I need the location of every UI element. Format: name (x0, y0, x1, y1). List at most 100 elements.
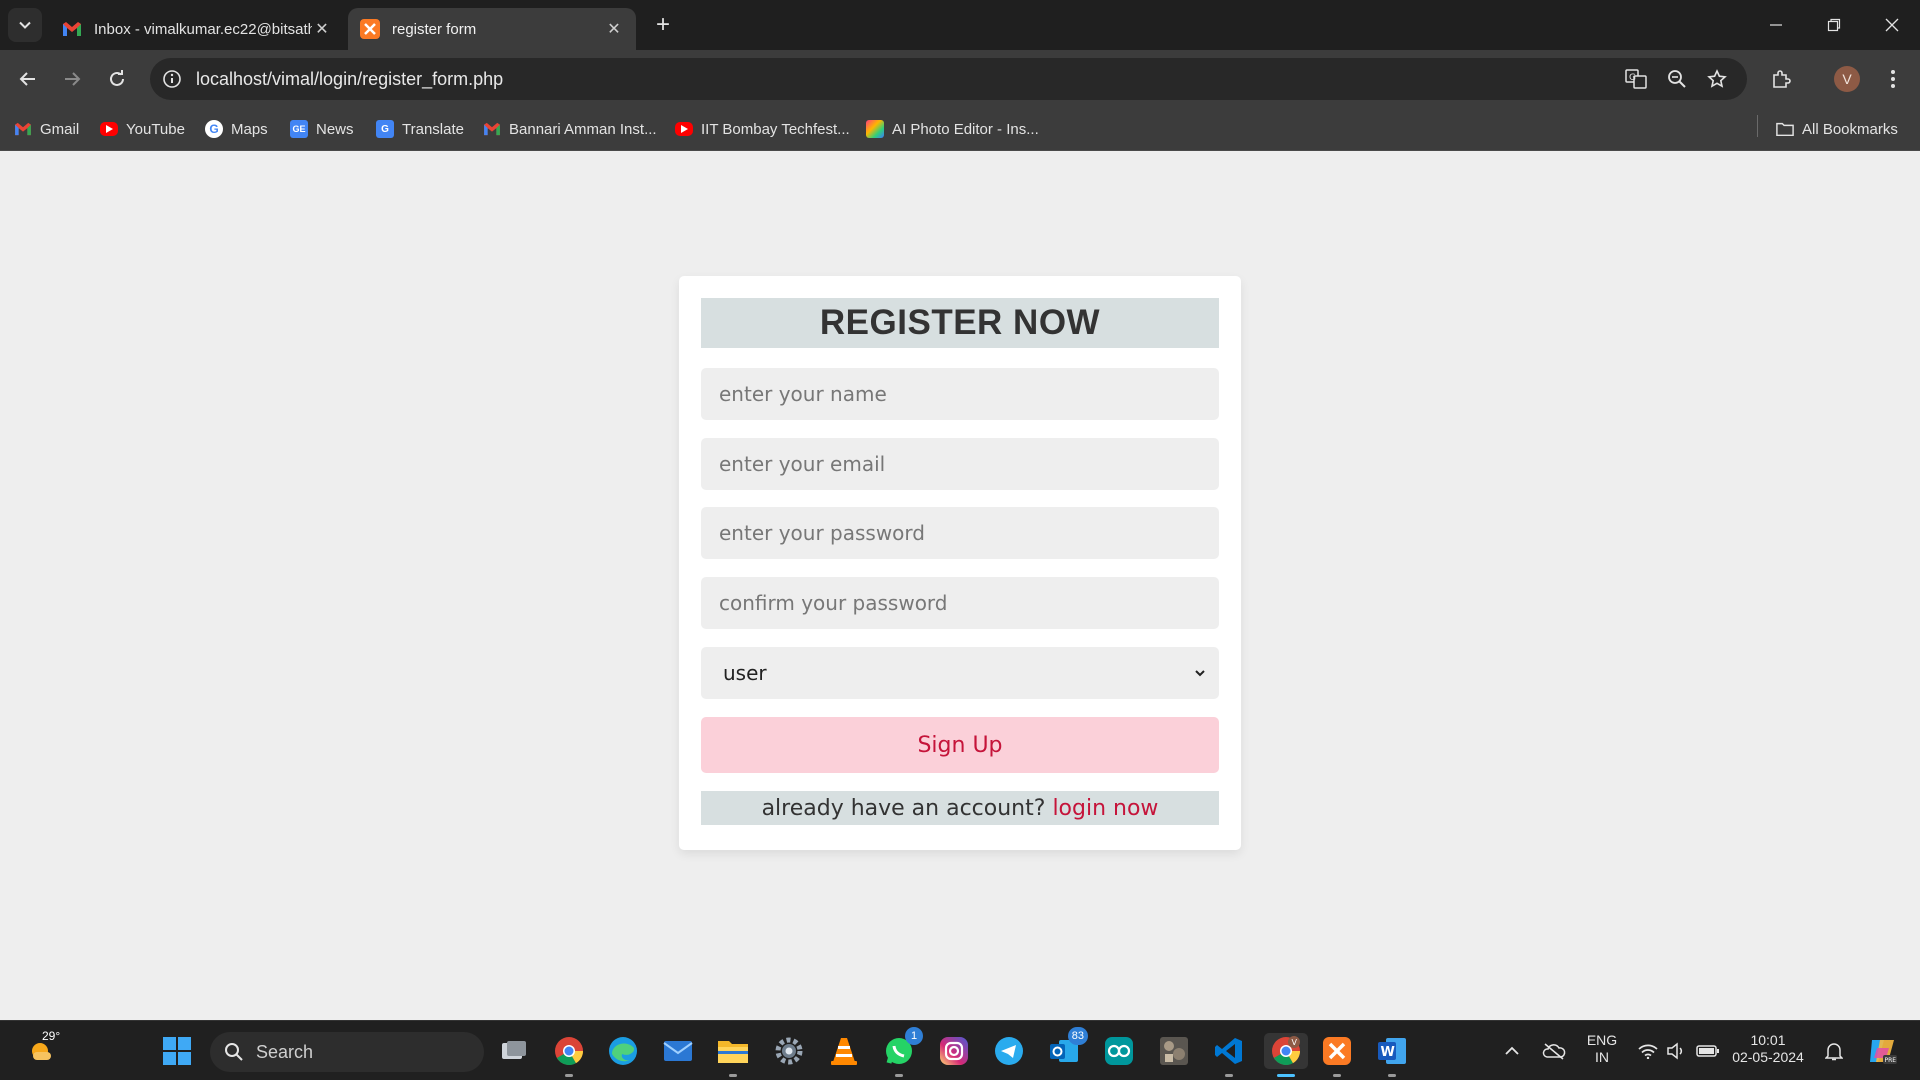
tab-register-form[interactable]: register form ✕ (348, 8, 636, 50)
close-tab-icon[interactable]: ✕ (604, 19, 624, 39)
kebab-menu-icon (1891, 70, 1895, 88)
bookmark-youtube[interactable]: YouTube (100, 117, 185, 141)
browser-toolbar: localhost/vimal/login/register_form.php … (0, 50, 1920, 108)
bookmark-bannari[interactable]: Bannari Amman Inst... (483, 117, 657, 141)
youtube-icon (675, 122, 693, 136)
arduino-icon[interactable] (1101, 1033, 1137, 1069)
xampp-icon[interactable] (1319, 1033, 1355, 1077)
telegram-icon[interactable] (991, 1033, 1027, 1069)
minimize-icon (1770, 24, 1782, 26)
bookmark-photo-editor[interactable]: AI Photo Editor - Ins... (866, 117, 1039, 141)
puzzle-icon (1773, 70, 1791, 88)
url-text: localhost/vimal/login/register_form.php (196, 69, 504, 89)
all-bookmarks[interactable]: All Bookmarks (1776, 117, 1898, 141)
search-label: Search (256, 1041, 314, 1062)
restore-button[interactable] (1806, 0, 1862, 50)
bookmark-techfest[interactable]: IIT Bombay Techfest... (675, 117, 850, 141)
photo-editor-icon (866, 120, 884, 138)
bookmark-gmail[interactable]: Gmail (14, 117, 79, 141)
start-button[interactable] (159, 1033, 195, 1069)
copilot-icon[interactable]: PRE (1862, 1033, 1902, 1069)
login-prompt-text: already have an account? (761, 795, 1046, 821)
zoom-icon[interactable] (1665, 67, 1689, 91)
close-window-button[interactable] (1864, 0, 1920, 50)
taskbar-search[interactable]: Search (210, 1032, 484, 1072)
vlc-icon[interactable] (826, 1033, 862, 1069)
google-icon: G (205, 120, 223, 138)
settings-icon[interactable] (771, 1033, 807, 1069)
clock[interactable]: 10:01 02-05-2024 (1728, 1032, 1808, 1066)
login-link[interactable]: login now (1052, 796, 1158, 821)
site-info-icon[interactable] (160, 67, 184, 91)
onedrive-off-icon[interactable] (1536, 1033, 1572, 1069)
bookmark-star-icon[interactable] (1705, 67, 1729, 91)
bookmark-maps[interactable]: G Maps (205, 117, 268, 141)
chrome-profile-icon[interactable]: V (1264, 1033, 1308, 1077)
chrome-icon[interactable] (551, 1033, 587, 1077)
confirm-password-input[interactable] (701, 577, 1219, 629)
forward-button[interactable] (56, 63, 88, 95)
form-title: REGISTER NOW (701, 298, 1219, 348)
windows-taskbar: 29° Search 1 83 V W ENG IN 10:01 02-05-2… (0, 1020, 1920, 1080)
search-icon (225, 1043, 243, 1061)
notification-bell-icon[interactable] (1818, 1033, 1850, 1069)
file-explorer-icon[interactable] (715, 1033, 751, 1077)
menu-button[interactable] (1877, 63, 1909, 95)
bookmark-translate[interactable]: G Translate (376, 117, 464, 141)
tab-inbox[interactable]: Inbox - vimalkumar.ec22@bitsathy.ac.in -… (50, 8, 344, 50)
extensions-button[interactable] (1765, 63, 1797, 95)
task-view-icon[interactable] (496, 1033, 532, 1069)
tab-title: Inbox - vimalkumar.ec22@bitsathy.ac.in -… (94, 20, 312, 38)
close-tab-icon[interactable]: ✕ (312, 19, 332, 39)
reload-button[interactable] (101, 63, 133, 95)
email-input[interactable] (701, 438, 1219, 490)
folder-icon (1776, 120, 1794, 138)
weather-widget[interactable]: 29° (20, 1029, 64, 1069)
volume-icon[interactable] (1662, 1033, 1690, 1069)
minimize-button[interactable] (1748, 0, 1804, 50)
date: 02-05-2024 (1732, 1049, 1804, 1065)
svg-text:W: W (1381, 1045, 1395, 1060)
svg-text:PRE: PRE (1885, 1057, 1897, 1064)
profile-avatar[interactable]: V (1834, 66, 1860, 92)
svg-text:G: G (1629, 73, 1636, 83)
new-tab-button[interactable]: + (650, 11, 676, 38)
name-input[interactable] (701, 368, 1219, 420)
windows-logo-icon (163, 1037, 191, 1065)
back-button[interactable] (12, 63, 44, 95)
whatsapp-icon[interactable]: 1 (881, 1027, 923, 1077)
word-icon[interactable]: W (1374, 1033, 1410, 1077)
reload-icon (110, 70, 124, 86)
address-bar[interactable]: localhost/vimal/login/register_form.php … (150, 58, 1747, 100)
user-type-value: user (723, 661, 767, 685)
gmail-icon (63, 22, 81, 36)
tab-search-button[interactable] (8, 8, 42, 42)
translate-icon[interactable]: G (1624, 67, 1648, 91)
signup-button[interactable]: Sign Up (701, 717, 1219, 773)
arrow-left-icon (19, 72, 35, 86)
login-prompt: already have an account? login now (701, 791, 1219, 825)
close-icon (1885, 18, 1899, 32)
outlook-badge: 83 (1067, 1027, 1088, 1045)
battery-icon[interactable] (1692, 1033, 1724, 1069)
outlook-icon[interactable]: 83 (1046, 1027, 1088, 1069)
chevron-down-icon (1195, 670, 1205, 677)
wifi-icon[interactable] (1634, 1033, 1662, 1069)
arrow-right-icon (65, 72, 81, 86)
register-form: REGISTER NOW user Sign Up already have a… (679, 276, 1241, 850)
instagram-icon[interactable] (936, 1033, 972, 1069)
user-type-select[interactable]: user (701, 647, 1219, 699)
vscode-icon[interactable] (1211, 1033, 1247, 1077)
tray-chevron-up-icon[interactable] (1494, 1033, 1530, 1069)
password-input[interactable] (701, 507, 1219, 559)
edge-icon[interactable] (605, 1033, 641, 1069)
tab-title: register form (392, 20, 477, 38)
restore-icon (1827, 18, 1841, 32)
bookmark-news[interactable]: GE News (290, 117, 354, 141)
language-indicator[interactable]: ENG IN (1580, 1032, 1624, 1066)
photos-app-icon[interactable] (1156, 1033, 1192, 1069)
gmail-icon (483, 120, 501, 138)
translate-icon: G (376, 120, 394, 138)
weather-temp: 29° (42, 1029, 61, 1043)
mail-icon[interactable] (660, 1033, 696, 1069)
